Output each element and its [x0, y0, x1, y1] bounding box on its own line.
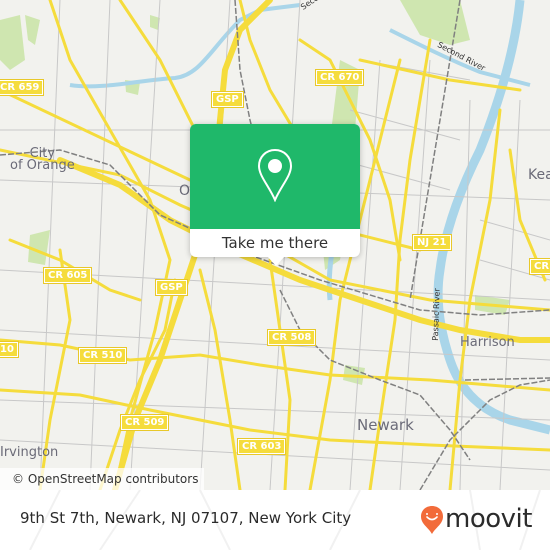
map[interactable]: CR 659 GSP CR 670 NJ 21 CR CR 605 GSP 10…	[0, 0, 550, 490]
road-shield-cr-605: CR 605	[42, 267, 93, 284]
road-shield-cr-510: CR 510	[77, 347, 128, 364]
place-label-kearny: Kea	[528, 167, 550, 183]
moovit-pin-icon	[421, 506, 443, 534]
place-label-orange: O	[179, 183, 191, 199]
location-popup: Take me there	[190, 124, 360, 266]
road-shield-cr: CR	[528, 258, 550, 275]
road-shield-nj-21: NJ 21	[412, 234, 452, 251]
road-shield-gsp: GSP	[211, 91, 244, 108]
take-me-there-button[interactable]: Take me there	[190, 229, 360, 257]
road-shield-cr-659: CR 659	[0, 79, 45, 96]
road-shield-cr-670: CR 670	[314, 69, 365, 86]
place-label-harrison: Harrison	[460, 335, 515, 350]
water-label-passaic-river: Passaic River	[430, 288, 442, 341]
road-shield-cr-509: CR 509	[119, 414, 170, 431]
road-shield-gsp-south: GSP	[155, 279, 188, 296]
map-pin-icon	[257, 148, 293, 202]
popup-header	[190, 124, 360, 229]
footer: 9th St 7th, Newark, NJ 07107, New York C…	[0, 490, 550, 550]
moovit-wordmark: moovit	[445, 504, 532, 534]
road-shield-cr-510-west: 10	[0, 341, 19, 358]
address-text: 9th St 7th, Newark, NJ 07107, New York C…	[20, 509, 352, 527]
place-label-city-of-orange: City of Orange	[10, 146, 75, 173]
map-attribution[interactable]: © OpenStreetMap contributors	[0, 468, 205, 490]
place-label-irvington: Irvington	[0, 445, 59, 460]
road-shield-cr-603: CR 603	[236, 438, 287, 455]
popup-pointer	[267, 256, 285, 266]
road-shield-cr-508: CR 508	[266, 329, 317, 346]
place-label-newark: Newark	[357, 416, 414, 434]
